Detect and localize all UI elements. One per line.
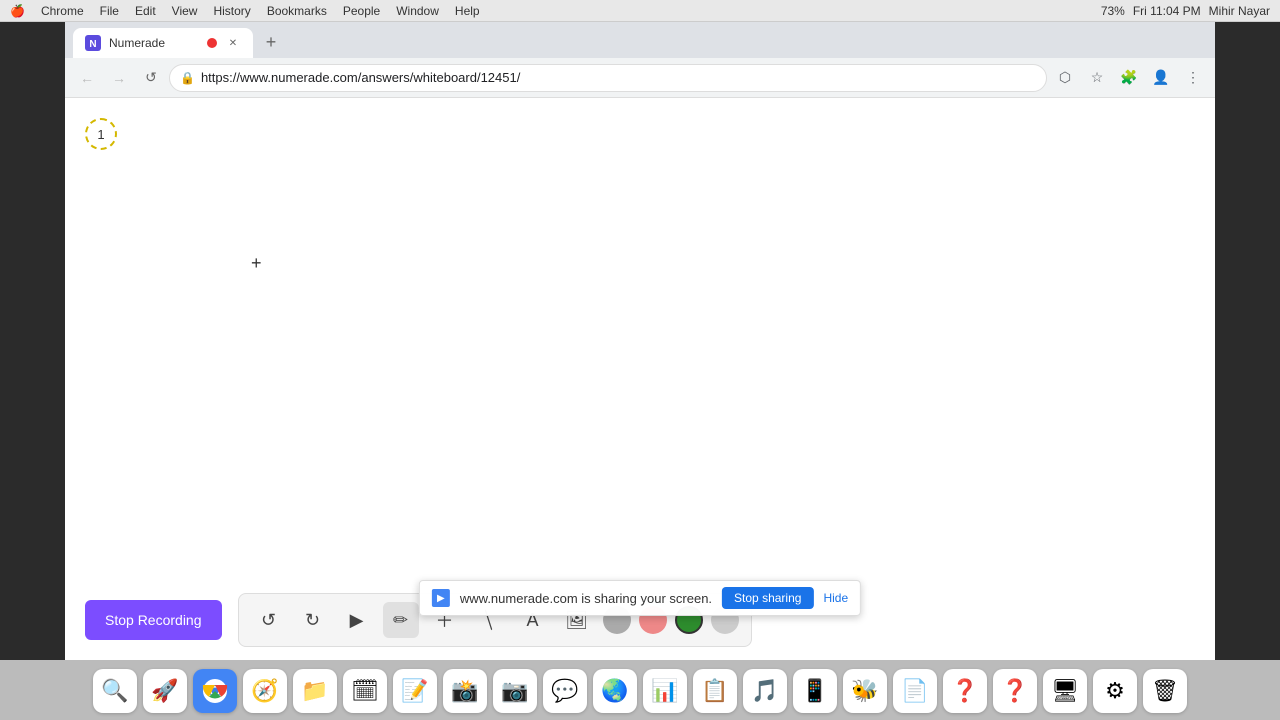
extensions-button[interactable]: 🧩: [1115, 64, 1143, 92]
url-text: https://www.numerade.com/answers/whitebo…: [201, 70, 520, 85]
battery-status: 73%: [1101, 4, 1125, 18]
clock: Fri 11:04 PM: [1133, 4, 1201, 18]
navigation-bar: ← → ↺ 🔒 https://www.numerade.com/answers…: [65, 58, 1215, 98]
select-tool[interactable]: ▶: [339, 602, 375, 638]
cursor-crosshair: +: [251, 253, 262, 274]
page-number: 1: [97, 127, 104, 142]
forward-button[interactable]: →: [105, 64, 133, 92]
dock-launchpad[interactable]: 🚀: [143, 669, 187, 713]
dock-script-editor[interactable]: 🐝: [843, 669, 887, 713]
page-indicator: 1: [85, 118, 117, 150]
sharing-message: www.numerade.com is sharing your screen.: [460, 591, 712, 606]
whiteboard-area[interactable]: 1 + Stop Recording ↺ ↻ ▶ ✏: [65, 98, 1215, 660]
menu-chrome[interactable]: Chrome: [41, 4, 84, 18]
dock-music[interactable]: 🎵: [743, 669, 787, 713]
dock-messages[interactable]: 💬: [543, 669, 587, 713]
address-bar[interactable]: 🔒 https://www.numerade.com/answers/white…: [169, 64, 1047, 92]
reload-button[interactable]: ↺: [137, 64, 165, 92]
menu-history[interactable]: History: [213, 4, 250, 18]
cast-button[interactable]: ⬡: [1051, 64, 1079, 92]
dock-help-1[interactable]: ❓: [943, 669, 987, 713]
active-tab[interactable]: N Numerade ✕: [73, 28, 253, 58]
dock-screen-record[interactable]: 🖥: [1043, 669, 1087, 713]
left-strip: [0, 22, 65, 660]
tab-bar: N Numerade ✕ +: [65, 22, 1215, 58]
chrome-window: N Numerade ✕ + ← → ↺ 🔒 https://www.numer…: [65, 22, 1215, 660]
pen-icon: ✏: [393, 610, 408, 631]
redo-icon: ↻: [305, 610, 320, 631]
nav-right-buttons: ⬡ ☆ 🧩 👤 ⋮: [1051, 64, 1207, 92]
menu-help[interactable]: Help: [455, 4, 480, 18]
menu-file[interactable]: File: [100, 4, 119, 18]
pen-tool[interactable]: ✏: [383, 602, 419, 638]
profile-button[interactable]: 👤: [1147, 64, 1175, 92]
dock-calendar[interactable]: 🗓: [343, 669, 387, 713]
select-icon: ▶: [350, 610, 364, 631]
bookmark-button[interactable]: ☆: [1083, 64, 1111, 92]
dock-keynote[interactable]: 📋: [693, 669, 737, 713]
menu-button[interactable]: ⋮: [1179, 64, 1207, 92]
stop-recording-button[interactable]: Stop Recording: [85, 600, 222, 640]
dock-facetime[interactable]: 📷: [493, 669, 537, 713]
menu-edit[interactable]: Edit: [135, 4, 156, 18]
dock-finder[interactable]: 🔍: [93, 669, 137, 713]
tab-recording-indicator: [207, 38, 217, 48]
dock-chrome[interactable]: [193, 669, 237, 713]
mac-dock: 🔍 🚀 🧭 📁 🗓 📝 📸 📷 💬 🌏 📊 📋 🎵 📱 🐝 📄 ❓ ❓ 🖥 ⚙ …: [0, 660, 1280, 720]
mac-status-bar: 73% Fri 11:04 PM Mihir Nayar: [1101, 4, 1270, 18]
hide-sharing-bar-button[interactable]: Hide: [823, 591, 848, 605]
back-button[interactable]: ←: [73, 64, 101, 92]
dock-safari[interactable]: 🧭: [243, 669, 287, 713]
undo-button[interactable]: ↺: [251, 602, 287, 638]
tab-favicon: N: [85, 35, 101, 51]
dock-notes[interactable]: 📝: [393, 669, 437, 713]
svg-text:N: N: [89, 39, 96, 50]
dock-appstore[interactable]: 📱: [793, 669, 837, 713]
dock-photos[interactable]: 📸: [443, 669, 487, 713]
menu-view[interactable]: View: [172, 4, 198, 18]
dock-finder-2[interactable]: 📁: [293, 669, 337, 713]
menu-window[interactable]: Window: [396, 4, 439, 18]
mac-menu-bar[interactable]: 🍎 Chrome File Edit View History Bookmark…: [10, 4, 480, 18]
tab-title: Numerade: [109, 36, 199, 50]
user-name: Mihir Nayar: [1209, 4, 1270, 18]
dock-trash[interactable]: 🗑: [1143, 669, 1187, 713]
dock-settings[interactable]: ⚙: [1093, 669, 1137, 713]
dock-acrobat[interactable]: 📄: [893, 669, 937, 713]
lock-icon: 🔒: [180, 71, 195, 85]
dock-numbers[interactable]: 📊: [643, 669, 687, 713]
dock-maps[interactable]: 🌏: [593, 669, 637, 713]
right-strip: [1215, 22, 1280, 660]
dock-help-2[interactable]: ❓: [993, 669, 1037, 713]
new-tab-button[interactable]: +: [257, 28, 285, 56]
stop-sharing-button[interactable]: Stop sharing: [722, 587, 813, 609]
mac-os-bar: 🍎 Chrome File Edit View History Bookmark…: [0, 0, 1280, 22]
tab-close-button[interactable]: ✕: [225, 35, 241, 51]
undo-icon: ↺: [261, 610, 276, 631]
redo-button[interactable]: ↻: [295, 602, 331, 638]
apple-menu[interactable]: 🍎: [10, 4, 25, 18]
menu-people[interactable]: People: [343, 4, 380, 18]
menu-bookmarks[interactable]: Bookmarks: [267, 4, 327, 18]
screen-sharing-bar: ▶ www.numerade.com is sharing your scree…: [419, 580, 861, 616]
sharing-icon: ▶: [432, 589, 450, 607]
